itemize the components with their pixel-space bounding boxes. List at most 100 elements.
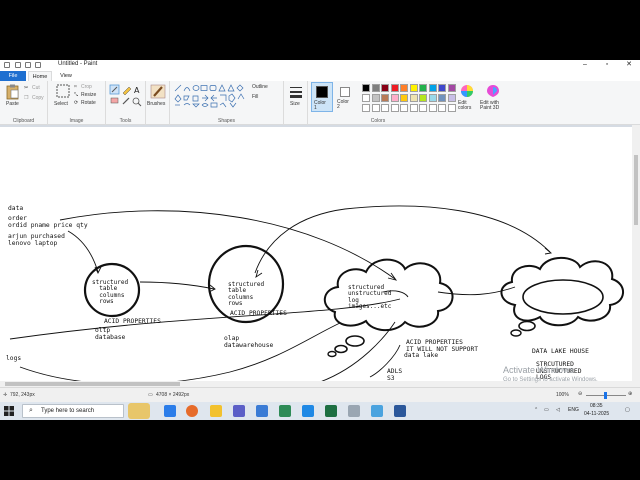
minimize-button[interactable]: – <box>575 60 595 70</box>
brushes-button[interactable]: Brushes <box>147 101 165 107</box>
palette-custom-swatch[interactable] <box>428 104 437 112</box>
resize-button[interactable]: Resize <box>81 92 96 98</box>
palette-custom-swatch[interactable] <box>438 104 446 112</box>
select-icon[interactable] <box>56 84 70 98</box>
maximize-button[interactable]: ▫ <box>597 60 617 70</box>
rotate-button[interactable]: Rotate <box>81 100 96 106</box>
palette-custom-swatch[interactable] <box>409 104 418 112</box>
note-oltp: oltp database <box>95 327 126 341</box>
widget-icon[interactable] <box>128 403 150 419</box>
palette-swatch[interactable] <box>381 84 389 92</box>
palette-swatch[interactable] <box>371 94 380 102</box>
data-lakehouse-cloud <box>500 256 624 327</box>
notification-icon[interactable]: ▢ <box>625 407 630 413</box>
shapes-group-label: Shapes <box>218 118 235 124</box>
copy-button[interactable]: Copy <box>32 95 44 101</box>
windows-start-icon[interactable] <box>4 406 14 416</box>
zoom-in-icon[interactable]: ⊕ <box>628 391 632 397</box>
excel-icon[interactable] <box>325 405 337 417</box>
clock-date[interactable]: 04-11-2025 <box>584 411 609 417</box>
file-explorer-icon[interactable] <box>210 405 222 417</box>
palette-swatch[interactable] <box>409 94 418 102</box>
vertical-scroll-thumb[interactable] <box>634 155 638 225</box>
copy-icon: ❐ <box>24 95 29 101</box>
palette-swatch[interactable] <box>447 94 456 102</box>
vertical-scrollbar[interactable] <box>632 125 640 387</box>
palette-custom-swatch[interactable] <box>390 104 399 112</box>
app-icon-4[interactable] <box>371 405 383 417</box>
volume-icon[interactable]: ◁ <box>556 407 560 413</box>
teams-icon[interactable] <box>233 405 245 417</box>
shapes-gallery[interactable] <box>174 84 246 108</box>
color1-selector[interactable]: Color 1 <box>311 82 333 112</box>
image-group: Select ⌗ Crop ⤡ Resize ⟳ Rotate Image <box>48 81 106 125</box>
fill-button[interactable]: Fill <box>252 94 258 100</box>
horizontal-scroll-thumb[interactable] <box>5 382 180 386</box>
tab-view[interactable]: View <box>56 71 76 81</box>
palette-swatch[interactable] <box>419 84 427 92</box>
palette-custom-swatch[interactable] <box>371 104 380 112</box>
palette-swatch[interactable] <box>419 94 427 102</box>
paste-icon[interactable] <box>6 84 20 100</box>
app-icon-3[interactable] <box>302 405 314 417</box>
paint3d-icon[interactable] <box>486 84 500 98</box>
palette-swatch[interactable] <box>447 84 456 92</box>
tab-home[interactable]: Home <box>28 71 52 81</box>
palette-custom-swatch[interactable] <box>400 104 408 112</box>
redo-icon[interactable] <box>35 62 41 68</box>
clock-time[interactable]: 08:35 <box>590 403 603 409</box>
palette-custom-swatch[interactable] <box>447 104 456 112</box>
select-button[interactable]: Select <box>54 101 68 107</box>
palette-swatch[interactable] <box>438 94 446 102</box>
zoom-out-icon[interactable]: ⊖ <box>578 391 582 397</box>
color-wheel-icon[interactable] <box>460 84 474 98</box>
tray-chevron-icon[interactable]: ⌃ <box>534 407 538 413</box>
app-icon-1[interactable] <box>256 405 268 417</box>
palette-swatch[interactable] <box>400 84 408 92</box>
close-button[interactable]: ✕ <box>619 60 639 70</box>
cut-button[interactable]: Cut <box>32 85 40 91</box>
color2-selector[interactable]: Color 2 <box>335 82 357 112</box>
copilot-icon[interactable] <box>164 405 176 417</box>
brush-icon[interactable] <box>150 84 166 99</box>
palette-swatch[interactable] <box>409 84 418 92</box>
palette-swatch[interactable] <box>362 94 370 102</box>
undo-icon[interactable] <box>25 62 31 68</box>
paint-taskbar-icon[interactable] <box>348 405 360 417</box>
palette-swatch[interactable] <box>400 94 408 102</box>
crop-icon: ⌗ <box>74 84 77 90</box>
paste-button[interactable]: Paste <box>6 101 19 107</box>
size-icon[interactable] <box>289 85 303 99</box>
palette-swatch[interactable] <box>428 94 437 102</box>
palette-custom-swatch[interactable] <box>419 104 427 112</box>
colors-group: Color 1 Color 2 Edit colors Edit with Pa… <box>308 81 508 125</box>
taskbar-search-box[interactable]: ⌕ Type here to search <box>22 404 124 418</box>
palette-swatch[interactable] <box>428 84 437 92</box>
save-icon[interactable] <box>15 62 21 68</box>
palette-swatch[interactable] <box>362 84 370 92</box>
word-icon[interactable] <box>394 405 406 417</box>
palette-swatch[interactable] <box>438 84 446 92</box>
language-indicator[interactable]: ENG <box>568 407 579 413</box>
app-icon-2[interactable] <box>279 405 291 417</box>
resize-icon: ⤡ <box>74 92 79 98</box>
firefox-icon[interactable] <box>186 405 198 417</box>
edit-colors-button[interactable]: Edit colors <box>458 101 471 111</box>
size-button[interactable]: Size <box>290 101 300 107</box>
palette-swatch[interactable] <box>390 84 399 92</box>
palette-swatch[interactable] <box>390 94 399 102</box>
palette-swatch[interactable] <box>371 84 380 92</box>
drawing-canvas[interactable]: data order ordid pname price qty arjun p… <box>0 127 632 382</box>
edit-with-paint3d-button[interactable]: Edit with Paint 3D <box>480 101 499 111</box>
tab-file[interactable]: File <box>0 71 26 81</box>
zoom-slider-thumb[interactable] <box>604 392 607 399</box>
crop-button[interactable]: Crop <box>81 84 92 90</box>
desktop-screen: Untitled - Paint – ▫ ✕ File Home View Pa… <box>0 0 640 480</box>
brushes-group: Brushes <box>146 81 170 125</box>
network-icon[interactable]: ▭ <box>544 407 549 413</box>
note-structured: structured table columns rows <box>92 279 129 305</box>
palette-custom-swatch[interactable] <box>381 104 389 112</box>
palette-custom-swatch[interactable] <box>362 104 370 112</box>
palette-swatch[interactable] <box>381 94 389 102</box>
outline-button[interactable]: Outline <box>252 84 268 90</box>
